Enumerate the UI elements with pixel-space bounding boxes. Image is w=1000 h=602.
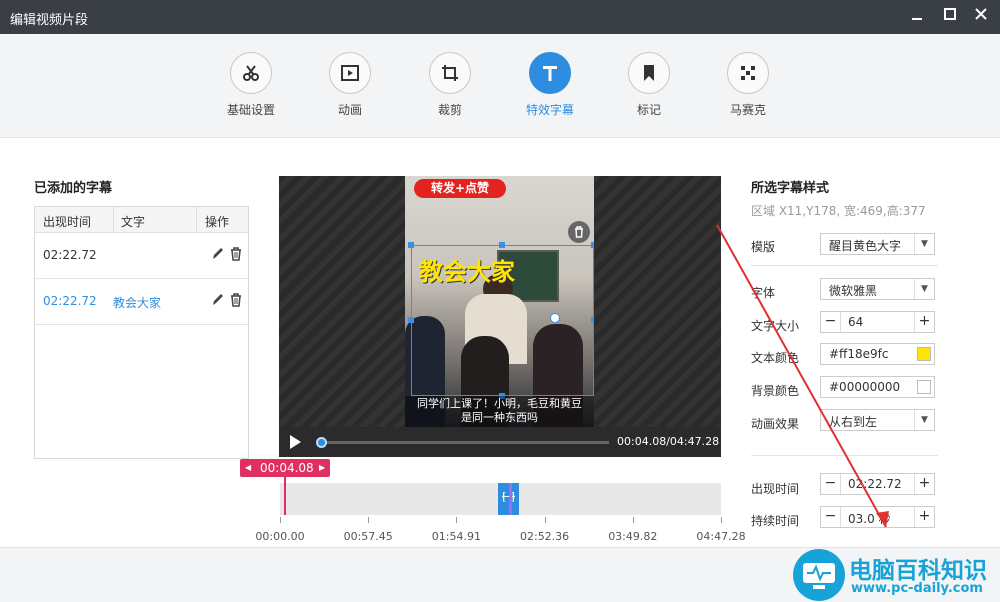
- site-logo: 电脑百科知识 www.pc-daily.com: [787, 547, 1000, 602]
- play-frame-icon: [329, 52, 371, 94]
- tab-effect-subtitles[interactable]: 特效字幕: [510, 52, 590, 118]
- editor-main: 已添加的字幕 出现时间 文字 操作 02:22.72 02:22.72 教会大家: [0, 139, 1000, 547]
- tab-label: 标记: [636, 103, 661, 117]
- close-icon[interactable]: [970, 6, 992, 28]
- tab-basic-settings[interactable]: 基础设置: [211, 52, 291, 118]
- tab-marker[interactable]: 标记: [609, 52, 689, 118]
- annotation-arrow: [716, 224, 889, 528]
- tab-label: 动画: [337, 103, 362, 117]
- mosaic-icon: [727, 52, 769, 94]
- tab-label: 基础设置: [226, 103, 275, 117]
- tab-crop[interactable]: 裁剪: [410, 52, 490, 118]
- crop-icon: [429, 52, 471, 94]
- tab-label: 马赛克: [729, 103, 766, 117]
- tab-animation[interactable]: 动画: [310, 52, 390, 118]
- window-title: 编辑视频片段: [10, 13, 89, 28]
- tool-bar: 基础设置 动画 裁剪 特效字幕 标记 马赛克: [0, 34, 1000, 138]
- tab-label: 特效字幕: [525, 103, 574, 117]
- text-t-icon: [529, 52, 571, 94]
- minimize-icon[interactable]: [906, 6, 928, 28]
- logo-url: www.pc-daily.com: [851, 581, 983, 596]
- scissors-icon: [230, 52, 272, 94]
- bookmark-icon: [628, 52, 670, 94]
- tab-label: 裁剪: [437, 103, 462, 117]
- title-bar: 编辑视频片段: [0, 0, 1000, 34]
- maximize-icon[interactable]: [939, 6, 961, 28]
- logo-name: 电脑百科知识: [849, 558, 987, 584]
- tab-mosaic[interactable]: 马赛克: [708, 52, 788, 118]
